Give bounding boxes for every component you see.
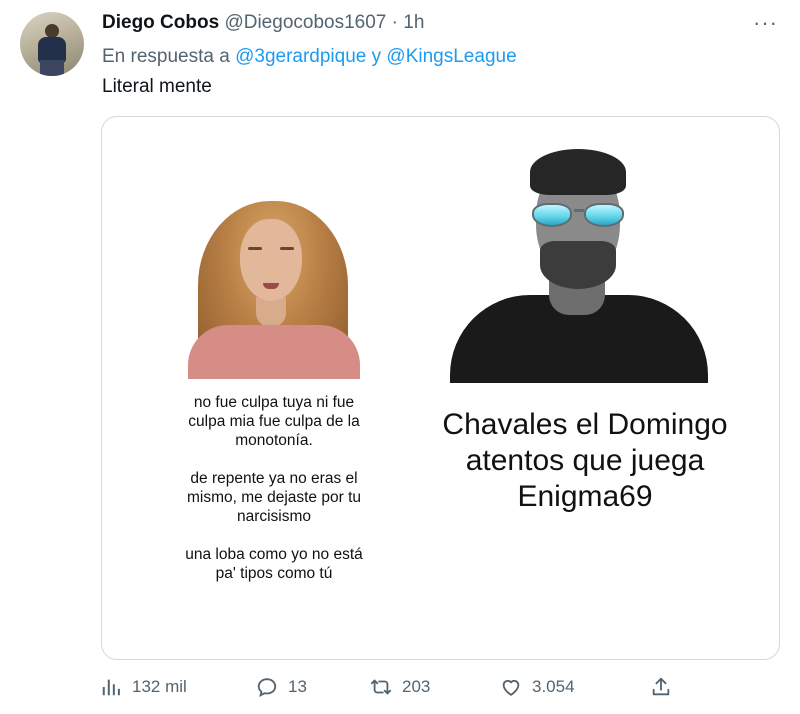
like-icon xyxy=(502,680,520,696)
woman-brow-left xyxy=(248,247,262,250)
display-name[interactable]: Diego Cobos xyxy=(102,12,219,33)
woman-shirt xyxy=(188,325,360,379)
avatar-figure-legs xyxy=(40,60,64,76)
man-hair xyxy=(530,149,626,195)
reply-user-link-2[interactable]: @KingsLeague xyxy=(386,46,516,67)
reply-context: En respuesta a @3gerardpique y @KingsLea… xyxy=(102,46,517,68)
reply-user-link-1[interactable]: @3gerardpique xyxy=(235,46,366,67)
meme-left-caption: no fue culpa tuya ni fue culpa mia fue c… xyxy=(174,393,374,602)
user-handle[interactable]: @Diegocobos1607 xyxy=(224,12,386,33)
meme-photo-woman xyxy=(182,197,366,379)
meme-right-caption: Chavales el Domingo atentos que juega En… xyxy=(442,408,728,513)
reply-prefix: En respuesta a xyxy=(102,46,230,67)
woman-brow-right xyxy=(280,247,294,250)
retweet-button[interactable]: 203 xyxy=(370,676,430,698)
tweet-media-image[interactable]: no fue culpa tuya ni fue culpa mia fue c… xyxy=(101,116,780,660)
reply-icon xyxy=(257,678,277,697)
separator-dot: · xyxy=(391,12,398,33)
like-count: 3.054 xyxy=(532,677,575,696)
avatar-figure-head xyxy=(45,24,59,38)
meme-photo-man xyxy=(448,145,710,383)
man-beard xyxy=(540,241,616,289)
sunglasses-bridge xyxy=(574,209,584,212)
share-button[interactable] xyxy=(650,676,672,698)
reply-count: 13 xyxy=(288,677,307,696)
views-icon xyxy=(102,679,120,696)
reply-button[interactable]: 13 xyxy=(256,676,307,698)
meme-left-caption-line: una loba como yo no está pa' tipos como … xyxy=(185,546,363,582)
tweet-header: Diego Cobos @Diegocobos1607 · 1h xyxy=(102,12,424,34)
more-icon[interactable]: ··· xyxy=(753,10,778,36)
tweet-actions-bar: 132 mil 13 203 3.054 xyxy=(100,676,700,706)
like-button[interactable]: 3.054 xyxy=(500,676,575,698)
woman-neck xyxy=(256,297,286,327)
tweet-time[interactable]: 1h xyxy=(403,12,424,33)
avatar[interactable] xyxy=(20,12,84,76)
share-icon xyxy=(652,677,670,696)
sunglasses-lens-right xyxy=(584,203,624,227)
views-count: 132 mil xyxy=(132,677,187,696)
retweet-count: 203 xyxy=(402,677,431,696)
tweet-text: Literal mente xyxy=(102,76,212,97)
sunglasses-lens-left xyxy=(532,203,572,227)
retweet-icon xyxy=(370,679,392,695)
views-button[interactable]: 132 mil xyxy=(100,676,187,698)
reply-joiner: y xyxy=(371,46,382,67)
meme-left-caption-line: no fue culpa tuya ni fue culpa mia fue c… xyxy=(188,394,360,449)
meme-left-caption-line: de repente ya no eras el mismo, me dejas… xyxy=(186,470,361,525)
